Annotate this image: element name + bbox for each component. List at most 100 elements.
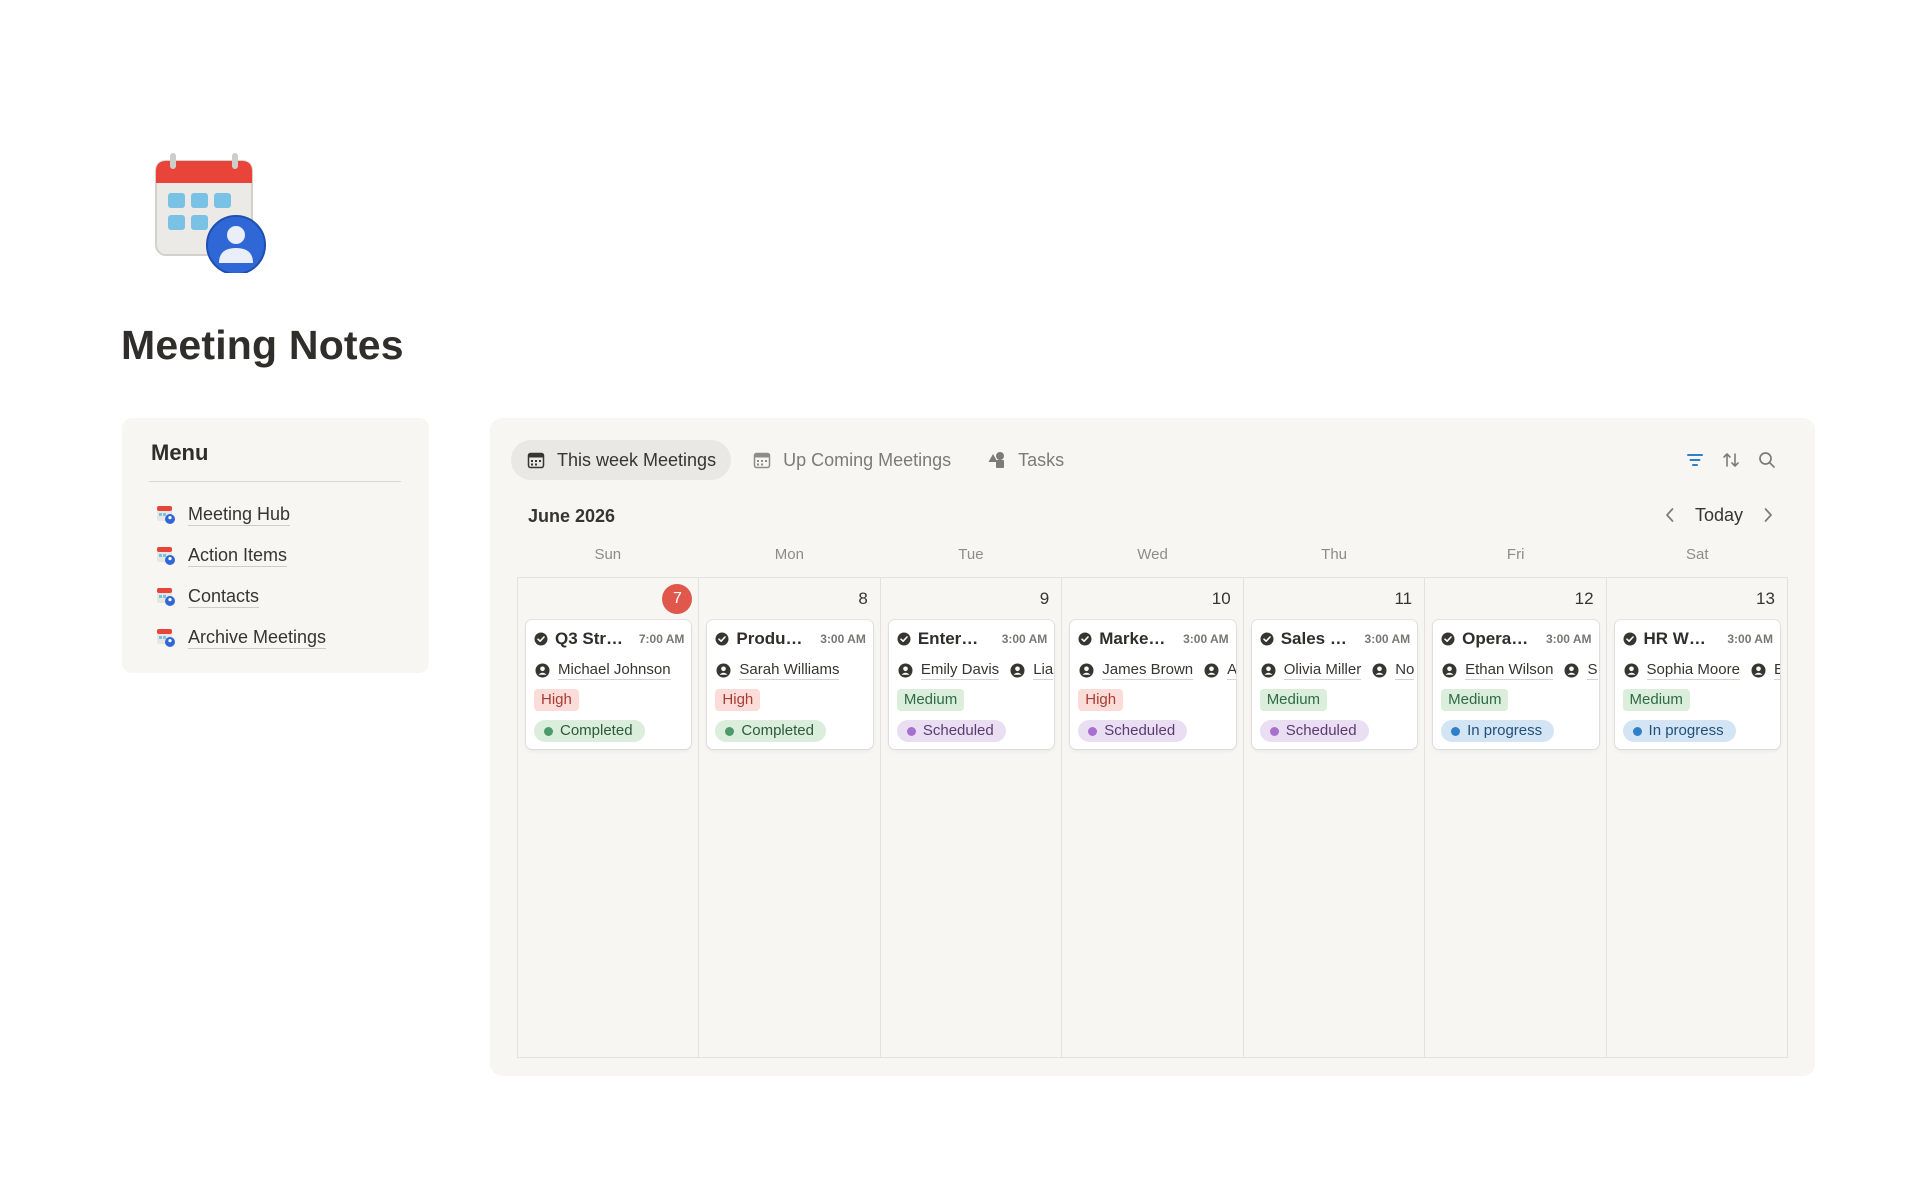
day-cell[interactable]: 12 Opera… 3:00 AM Ethan Wilson S Medium … bbox=[1425, 578, 1607, 1057]
status-badge: In progress bbox=[1441, 720, 1555, 742]
person-chip[interactable]: Emily Davis bbox=[898, 660, 1000, 680]
day-cell[interactable]: 13 HR W… 3:00 AM Sophia Moore E Medium I… bbox=[1606, 578, 1787, 1057]
person-icon bbox=[1079, 663, 1094, 677]
priority-tag: Medium bbox=[896, 689, 965, 711]
status-label: Scheduled bbox=[1104, 722, 1176, 739]
date-label: 13 bbox=[1756, 589, 1775, 608]
status-dot bbox=[1451, 726, 1461, 736]
meeting-title: HR W… bbox=[1643, 629, 1706, 648]
person-chip[interactable]: No bbox=[1372, 661, 1415, 680]
page-icon[interactable] bbox=[152, 153, 272, 275]
person-name: A bbox=[1227, 660, 1236, 680]
person-chip[interactable]: Sophia Moore bbox=[1624, 661, 1740, 680]
meeting-time: 3:00 AM bbox=[1545, 632, 1592, 646]
weekday-label: Fri bbox=[1506, 546, 1525, 563]
person-icon bbox=[1751, 663, 1766, 677]
tab-up-coming-meetings[interactable]: Up Coming Meetings bbox=[737, 440, 966, 480]
meeting-card[interactable]: Opera… 3:00 AM Ethan Wilson S Medium In … bbox=[1433, 620, 1599, 749]
person-chip[interactable]: S bbox=[1564, 661, 1598, 680]
tab-label: Up Coming Meetings bbox=[783, 449, 952, 470]
menu-title: Menu bbox=[151, 440, 209, 465]
meeting-title: Enter… bbox=[917, 629, 979, 648]
day-cell[interactable]: 11 Sales … 3:00 AM Olivia Miller No Medi… bbox=[1243, 578, 1426, 1057]
status-badge: Scheduled bbox=[1078, 720, 1188, 742]
meeting-time: 3:00 AM bbox=[1001, 632, 1048, 646]
meeting-time: 3:00 AM bbox=[820, 632, 866, 646]
status-badge: Completed bbox=[534, 720, 645, 742]
date-label: 9 bbox=[1039, 589, 1050, 608]
week-grid: 7 Q3 Str… 7:00 AM Michael Johnson High C… bbox=[517, 577, 1788, 1058]
check-circle-icon bbox=[534, 632, 548, 646]
day-cell[interactable]: 7 Q3 Str… 7:00 AM Michael Johnson High C… bbox=[518, 578, 700, 1057]
person-icon bbox=[1442, 663, 1457, 677]
person-name: Emily Davis bbox=[920, 660, 1000, 680]
view-tabs: This week Meetings Up Coming Meetings Ta… bbox=[511, 440, 1085, 480]
check-circle-icon bbox=[1441, 632, 1455, 646]
status-badge: Scheduled bbox=[896, 720, 1006, 742]
check-circle-icon bbox=[1260, 632, 1274, 646]
meeting-title: Sales … bbox=[1280, 629, 1347, 648]
person-chip[interactable]: Lia bbox=[1010, 661, 1054, 680]
search-icon[interactable] bbox=[1757, 450, 1777, 470]
status-badge: In progress bbox=[1622, 720, 1736, 742]
person-name: Michael Johnson bbox=[558, 660, 671, 680]
meeting-card[interactable]: Sales … 3:00 AM Olivia Miller No Medium … bbox=[1251, 620, 1418, 749]
status-label: Completed bbox=[741, 722, 814, 739]
person-icon bbox=[716, 663, 731, 677]
weekday-label: Mon bbox=[774, 546, 804, 563]
person-icon bbox=[1624, 663, 1639, 677]
weekday-label: Tue bbox=[958, 546, 984, 563]
person-name: Sarah Williams bbox=[739, 660, 840, 680]
meeting-title: Marke… bbox=[1099, 629, 1166, 648]
person-chip[interactable]: E bbox=[1751, 661, 1780, 680]
meeting-card[interactable]: Q3 Str… 7:00 AM Michael Johnson High Com… bbox=[526, 620, 692, 749]
chevron-left-icon[interactable] bbox=[1661, 504, 1679, 526]
today-button[interactable]: Today bbox=[1693, 505, 1745, 526]
calendar-contact-icon bbox=[157, 629, 175, 647]
person-chip[interactable]: James Brown bbox=[1079, 661, 1194, 680]
person-chip[interactable]: Sarah Williams bbox=[716, 660, 840, 680]
menu-item-action-items[interactable]: Action Items bbox=[156, 541, 288, 569]
weekday-label: Thu bbox=[1321, 546, 1348, 563]
priority-tag: High bbox=[534, 689, 579, 711]
sort-icon[interactable] bbox=[1721, 450, 1741, 470]
tab-this-week-meetings[interactable]: This week Meetings bbox=[511, 440, 732, 480]
day-cell[interactable]: 8 Produ… 3:00 AM Sarah Williams High Com… bbox=[699, 578, 881, 1057]
person-icon bbox=[1204, 663, 1219, 677]
meeting-card[interactable]: HR W… 3:00 AM Sophia Moore E Medium In p… bbox=[1614, 620, 1780, 749]
menu-item-meeting-hub[interactable]: Meeting Hub bbox=[156, 500, 291, 528]
person-icon bbox=[1261, 663, 1276, 677]
date-label: 12 bbox=[1574, 589, 1594, 608]
filter-icon[interactable] bbox=[1685, 450, 1705, 470]
check-circle-icon bbox=[897, 632, 911, 646]
day-cell[interactable]: 10 Marke… 3:00 AM James Brown A High Sch… bbox=[1062, 578, 1244, 1057]
menu-item-archive-meetings[interactable]: Archive Meetings bbox=[156, 623, 327, 651]
person-chip[interactable]: Michael Johnson bbox=[535, 661, 671, 680]
person-icon bbox=[535, 663, 550, 677]
menu-item-label: Action Items bbox=[188, 544, 288, 567]
priority-tag: Medium bbox=[1259, 689, 1328, 711]
person-icon bbox=[1010, 663, 1025, 677]
date-label: 11 bbox=[1394, 589, 1413, 608]
menu-item-label: Archive Meetings bbox=[188, 626, 327, 649]
person-chip[interactable]: Olivia Miller bbox=[1261, 661, 1362, 680]
status-dot bbox=[1632, 726, 1642, 736]
meeting-card[interactable]: Enter… 3:00 AM Emily Davis Lia Medium Sc… bbox=[888, 620, 1055, 749]
menu-item-contacts[interactable]: Contacts bbox=[156, 582, 260, 610]
person-name: Ethan Wilson bbox=[1465, 660, 1554, 680]
calendar-contact-icon bbox=[157, 506, 175, 524]
meeting-card[interactable]: Produ… 3:00 AM Sarah Williams High Compl… bbox=[707, 620, 873, 749]
status-dot bbox=[1269, 726, 1279, 736]
check-circle-icon bbox=[1623, 632, 1637, 646]
status-label: In progress bbox=[1467, 722, 1543, 739]
weekday-header: Sun Mon Tue Wed Thu Fri Sat bbox=[517, 546, 1788, 563]
chevron-right-icon[interactable] bbox=[1759, 504, 1777, 526]
status-label: Completed bbox=[560, 722, 633, 739]
tab-label: This week Meetings bbox=[557, 449, 717, 470]
calendar-icon bbox=[527, 452, 545, 469]
meeting-card[interactable]: Marke… 3:00 AM James Brown A High Schedu… bbox=[1070, 620, 1236, 749]
tab-tasks[interactable]: Tasks bbox=[972, 440, 1079, 480]
person-chip[interactable]: A bbox=[1204, 661, 1236, 680]
day-cell[interactable]: 9 Enter… 3:00 AM Emily Davis Lia Medium … bbox=[880, 578, 1063, 1057]
person-chip[interactable]: Ethan Wilson bbox=[1442, 660, 1554, 680]
